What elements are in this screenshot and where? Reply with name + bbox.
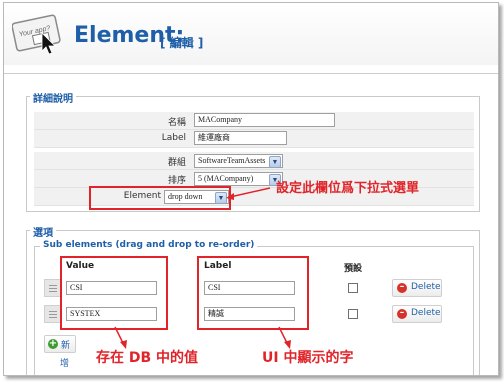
minus-icon: – — [397, 309, 407, 319]
field-label-group: 群組 — [167, 158, 186, 168]
order-select[interactable]: 5 (MACompany) ▼ — [194, 172, 283, 186]
field-label-order: 排序 — [167, 176, 186, 186]
ui-label-annotation: UI 中顯示的字 — [262, 350, 354, 366]
app-logo-icon: Your app? — [11, 11, 64, 57]
delete-button-label: Delete — [411, 282, 441, 292]
details-legend: 詳細說明 — [30, 90, 76, 105]
name-input[interactable]: MACompany — [194, 113, 335, 127]
db-value-annotation: 存在 DB 中的值 — [96, 350, 199, 366]
field-row-label: Label 維運廠商 — [34, 130, 474, 148]
field-row-group: 群組 SoftwareTeamAssets ▼ — [34, 152, 474, 170]
page-subtitle: [ 編輯 ] — [160, 36, 204, 50]
annotation-arrow-icon — [114, 326, 127, 349]
annotation-arrow-icon — [278, 326, 291, 349]
header-divider — [4, 73, 498, 74]
value-column-highlight — [60, 256, 168, 330]
page-header: Your app? Element: [ 編輯 ] — [4, 3, 498, 65]
dropdown-annotation: 設定此欄位爲下拉式選單 — [276, 181, 420, 196]
screenshot-frame: Your app? Element: [ 編輯 ] 詳細說明 名稱 MAComp… — [3, 2, 499, 376]
annotation-arrow-icon — [226, 187, 271, 200]
column-header-default: 預設 — [344, 264, 363, 274]
options-legend: 選項 — [30, 224, 56, 239]
element-type-highlight — [89, 186, 231, 210]
add-button-label: 新 — [61, 341, 71, 351]
field-label-name: 名稱 — [167, 118, 186, 128]
field-row-name: 名稱 MACompany — [34, 112, 474, 130]
group-select[interactable]: SoftwareTeamAssets ▼ — [194, 154, 283, 168]
add-option-button[interactable]: + 新 — [44, 335, 76, 353]
group-select-value: SoftwareTeamAssets — [198, 156, 266, 165]
order-select-value: 5 (MACompany) — [198, 174, 254, 183]
delete-button[interactable]: – Delete — [392, 305, 442, 323]
field-label-label: Label — [161, 133, 186, 143]
plus-icon: + — [48, 338, 58, 349]
minus-icon: – — [397, 283, 407, 293]
chevron-down-icon: ▼ — [269, 156, 281, 168]
delete-button-label: Delete — [411, 308, 441, 318]
label-column-highlight — [197, 256, 309, 330]
add-button-label-wrap: 增 — [60, 359, 70, 369]
option-default-checkbox[interactable] — [348, 309, 358, 319]
delete-button[interactable]: – Delete — [392, 279, 442, 297]
sub-elements-legend: Sub elements (drag and drop to re-order) — [40, 240, 258, 250]
label-input[interactable]: 維運廠商 — [194, 131, 287, 145]
option-default-checkbox[interactable] — [348, 283, 358, 293]
